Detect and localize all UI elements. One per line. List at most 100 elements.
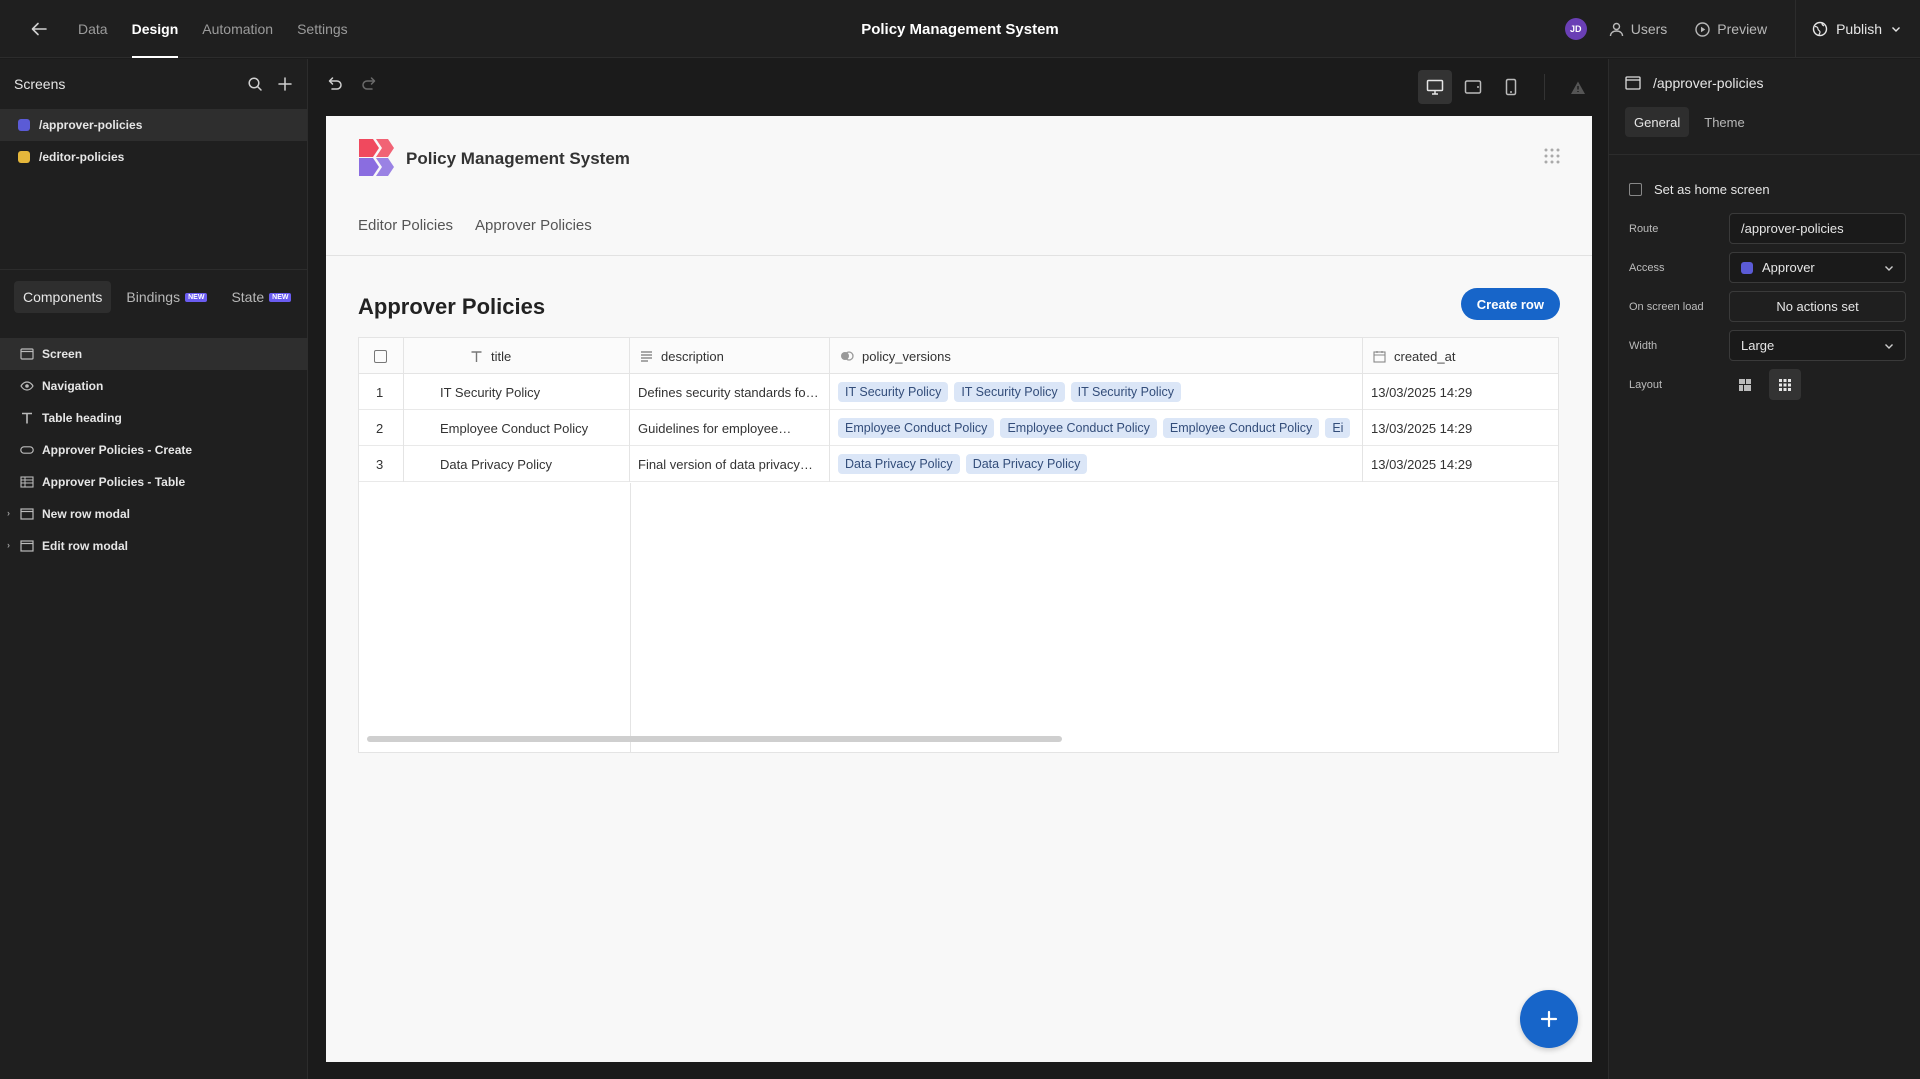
tree-item-create-button[interactable]: Approver Policies - Create [0,434,308,466]
tree-item-navigation[interactable]: Navigation [0,370,308,402]
screen-item-label: /approver-policies [39,118,143,132]
create-row-button[interactable]: Create row [1460,288,1560,320]
tree-item-label: Approver Policies - Table [42,475,186,489]
modal-icon [20,508,34,520]
access-select[interactable]: Approver [1729,252,1906,283]
tree-item-label: Table heading [42,411,122,425]
row-number: 3 [359,446,404,482]
tab-state-label: State [231,289,265,305]
cell-created-at: 13/03/2025 14:29 [1371,384,1473,400]
width-select[interactable]: Large [1729,330,1906,361]
warning-icon [1571,81,1585,94]
column-header-created-at[interactable]: created_at [1363,338,1558,374]
top-tabs: Data Design Automation Settings [66,0,360,58]
new-badge: NEW [185,292,208,302]
cell-description: Defines security standards fo… [630,374,830,410]
tab-general[interactable]: General [1625,107,1690,137]
tree-item-label: Edit row modal [42,539,129,553]
plus-icon[interactable] [277,76,293,92]
layout-flex-button[interactable] [1729,369,1761,400]
layout-label: Layout [1629,378,1663,391]
tree-item-new-row-modal[interactable]: › New row modal [0,498,308,530]
publish-button[interactable]: Publish [1795,0,1920,58]
users-button[interactable]: Users [1609,21,1667,37]
preview-nav: Editor Policies Approver Policies [358,217,592,234]
version-tag: Data Privacy Policy [965,454,1088,474]
undo-icon[interactable] [325,75,343,93]
divider [1544,74,1545,100]
tree-item-table-heading[interactable]: Table heading [0,402,308,434]
column-header-description[interactable]: description [630,338,830,374]
version-tag: IT Security Policy [1070,382,1181,402]
avatar[interactable]: JD [1564,18,1587,40]
home-screen-option[interactable]: Set as home screen [1629,182,1770,197]
top-bar: Data Design Automation Settings Policy M… [0,0,1920,58]
canvas-toolbar [309,59,1607,115]
app-preview: Policy Management System Editor Policies… [326,116,1592,1062]
version-tag: Employee Conduct Policy [1000,418,1157,438]
nav-link-approver-policies[interactable]: Approver Policies [475,217,592,234]
globe-icon [1812,21,1828,37]
screen-item-approver-policies[interactable]: /approver-policies [0,109,307,141]
warning-button[interactable] [1561,70,1595,104]
settings-tabs: General Theme [1625,107,1754,137]
column-header-policy-versions[interactable]: policy_versions [830,338,1363,374]
redo-icon[interactable] [361,75,379,93]
cell-policy-versions: IT Security Policy IT Security Policy IT… [830,374,1363,410]
component-tree: Screen Navigation Table heading Approver… [0,338,308,562]
paragraph-icon [641,351,652,362]
cell-description: Guidelines for employee… [630,410,830,446]
column-header-title[interactable]: title [404,338,630,374]
select-all-checkbox[interactable] [374,349,387,363]
tree-item-table[interactable]: Approver Policies - Table [0,466,308,498]
preview-app-title: Policy Management System [406,149,630,168]
tab-settings[interactable]: Settings [285,0,360,58]
grid-dots-icon[interactable] [1544,148,1560,164]
cell-created-at: 13/03/2025 14:29 [1371,420,1473,436]
onload-actions-button[interactable]: No actions set [1729,291,1906,322]
tree-item-edit-row-modal[interactable]: › Edit row modal [0,530,308,562]
layout-grid-button[interactable] [1769,369,1801,400]
policies-table: title description policy_versions create… [358,337,1559,753]
horizontal-scrollbar[interactable] [367,736,1062,742]
chevron-down-icon [1885,344,1893,349]
table-row[interactable]: 3 Data Privacy Policy Final version of d… [359,446,1558,482]
mobile-icon [1505,78,1517,96]
desktop-icon [1426,79,1444,95]
preview-button[interactable]: Preview [1695,21,1767,37]
screen-item-label: /editor-policies [39,150,125,164]
cell-created-at: 13/03/2025 14:29 [1371,456,1473,472]
divider [1609,154,1920,155]
row-number: 1 [359,374,404,410]
tab-theme[interactable]: Theme [1695,107,1753,137]
tree-item-screen[interactable]: Screen [0,338,308,370]
tab-design[interactable]: Design [120,0,191,58]
tab-components[interactable]: Components [14,281,112,313]
onload-label: On screen load [1629,300,1704,313]
table-row[interactable]: 1 IT Security Policy Defines security st… [359,374,1558,410]
table-row[interactable]: 2 Employee Conduct Policy Guidelines for… [359,410,1558,446]
cell-description: Final version of data privacy… [630,446,830,482]
chevron-down-icon [1885,266,1893,271]
tablet-view-button[interactable] [1456,70,1490,104]
tab-state[interactable]: State NEW [222,281,300,313]
divider [0,269,308,270]
back-button[interactable] [28,18,50,40]
layout-mosaic-icon [1739,378,1751,391]
home-screen-label: Set as home screen [1654,182,1770,197]
nav-link-editor-policies[interactable]: Editor Policies [358,217,453,234]
add-component-button[interactable] [1520,990,1578,1048]
tab-data[interactable]: Data [66,0,120,58]
route-input[interactable]: /approver-policies [1729,213,1906,244]
tab-bindings[interactable]: Bindings NEW [117,281,216,313]
chevron-right-icon[interactable]: › [7,540,10,550]
tablet-icon [1464,80,1482,94]
mobile-view-button[interactable] [1494,70,1528,104]
search-icon[interactable] [247,76,263,92]
chevron-right-icon[interactable]: › [7,508,10,518]
home-screen-checkbox[interactable] [1629,183,1642,196]
desktop-view-button[interactable] [1418,70,1452,104]
tab-automation[interactable]: Automation [190,0,285,58]
row-number: 2 [359,410,404,446]
screen-item-editor-policies[interactable]: /editor-policies [0,141,307,173]
